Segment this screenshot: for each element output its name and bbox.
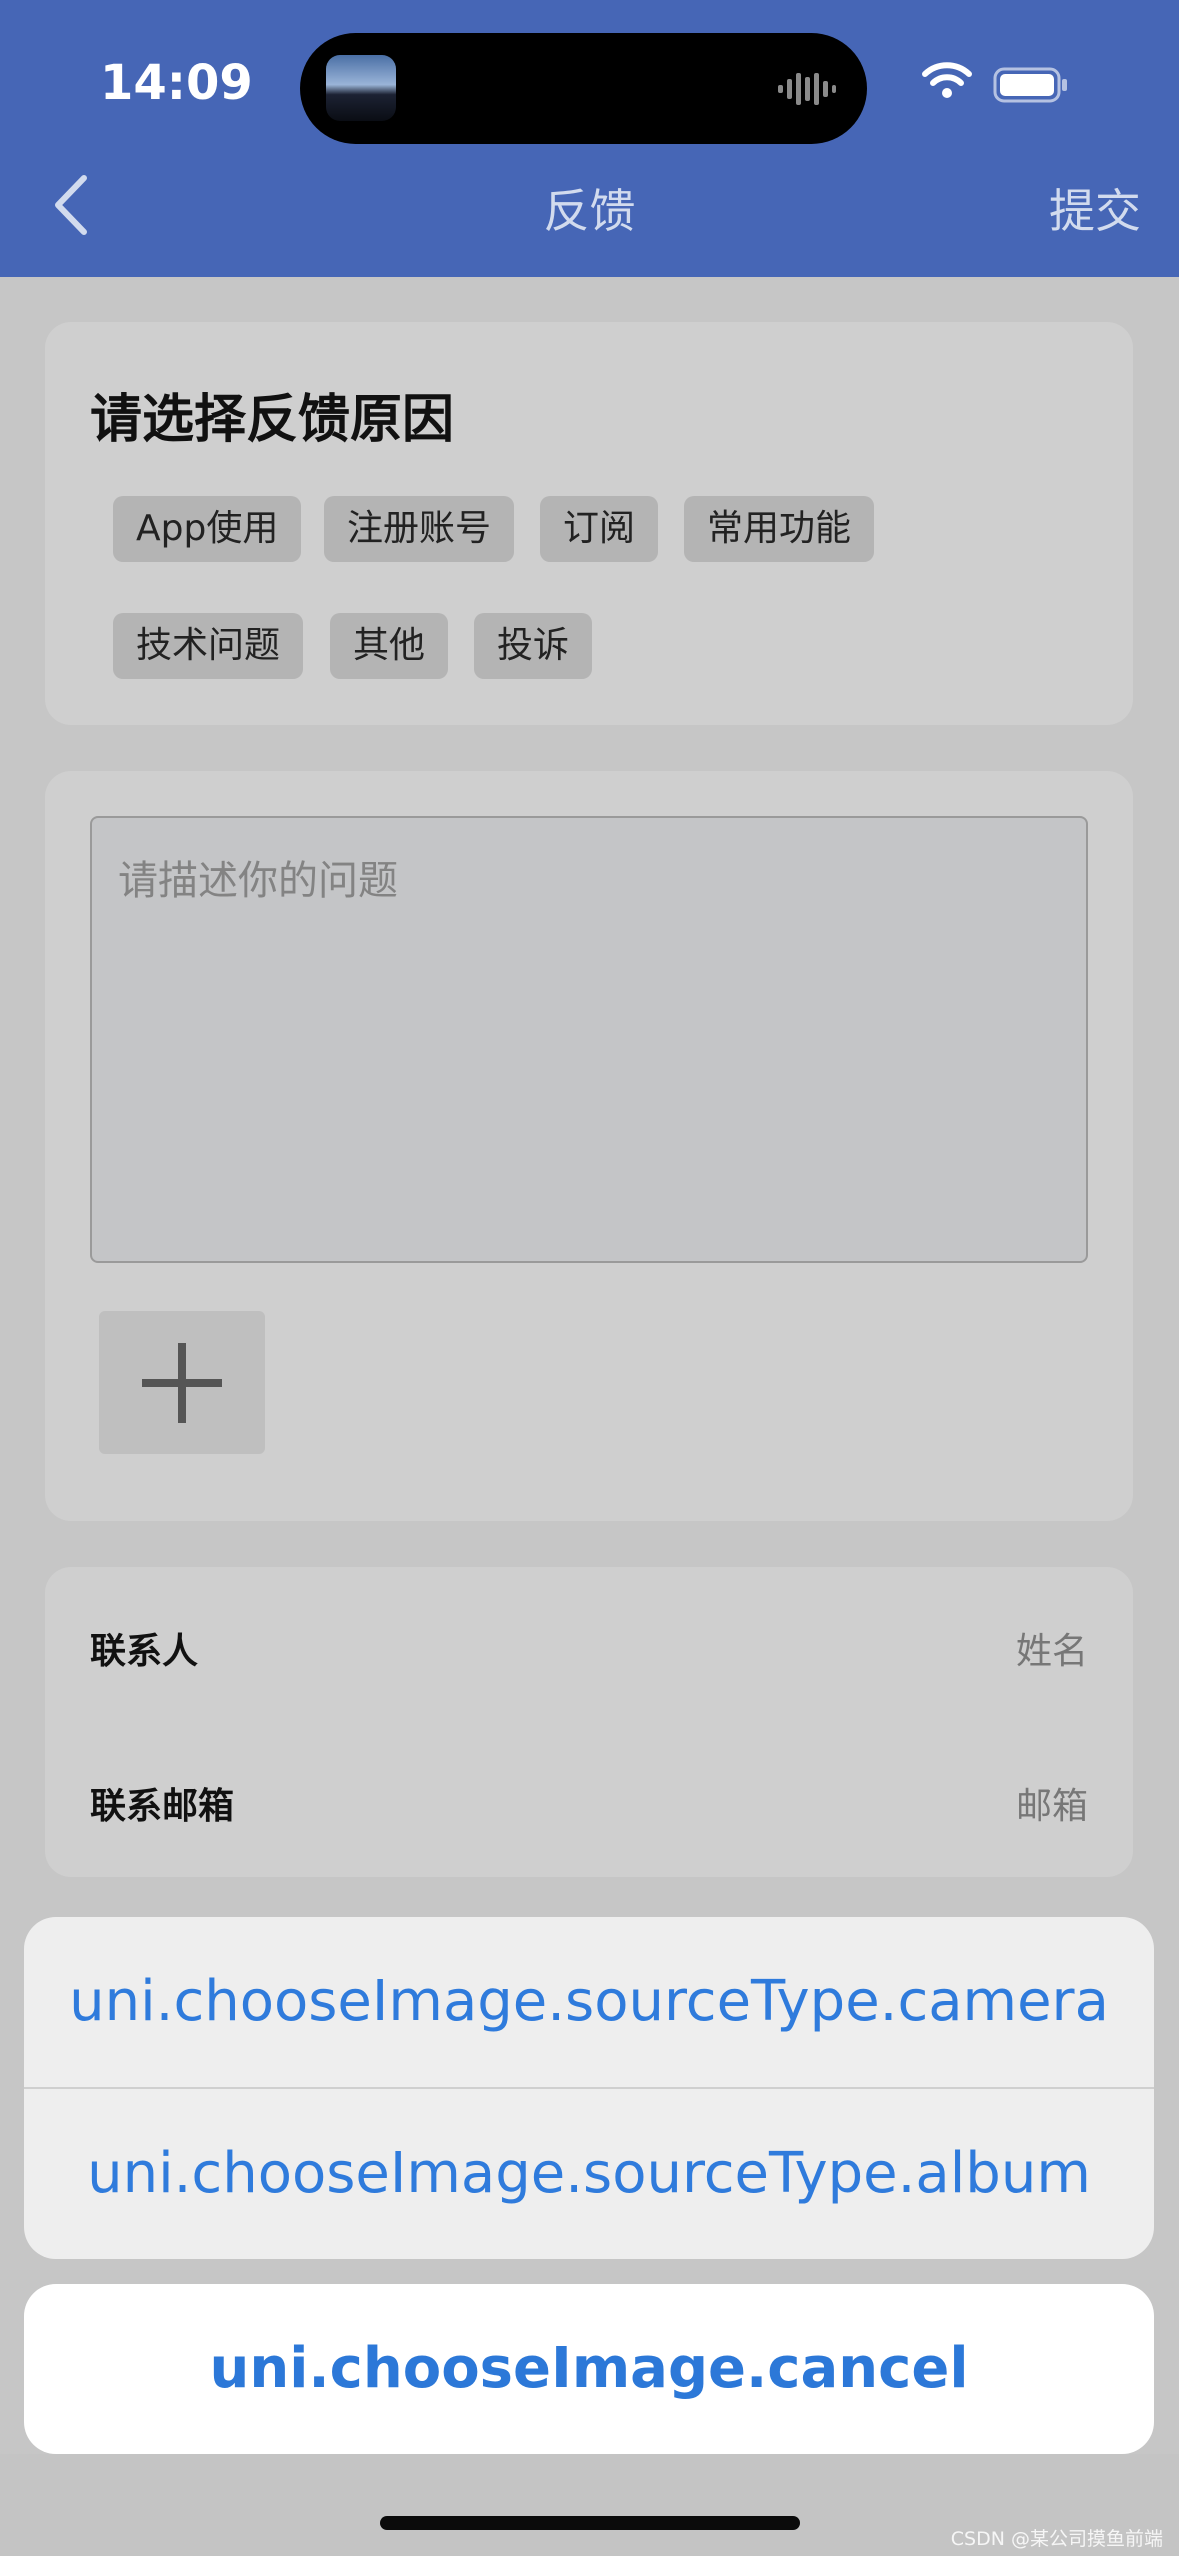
action-sheet: uni.chooseImage.sourceType.camera uni.ch… [24, 1917, 1154, 2259]
action-camera[interactable]: uni.chooseImage.sourceType.camera [24, 1917, 1154, 2087]
wifi-icon [922, 62, 972, 98]
action-album[interactable]: uni.chooseImage.sourceType.album [24, 2089, 1154, 2259]
description-card: 请描述你的问题 [45, 771, 1133, 1521]
dynamic-island[interactable] [300, 33, 867, 144]
contact-name-label: 联系人 [90, 1631, 199, 1672]
feedback-reason-card: 请选择反馈原因 App使用 注册账号 订阅 常用功能 技术问题 其他 投诉 [45, 322, 1133, 725]
contact-name-input[interactable]: 姓名 [1016, 1622, 1088, 1674]
reason-tag-common-features[interactable]: 常用功能 [684, 496, 875, 562]
reason-tag-subscription[interactable]: 订阅 [540, 496, 659, 562]
plus-icon [142, 1343, 222, 1423]
action-sheet-cancel: uni.chooseImage.cancel [24, 2284, 1154, 2454]
watermark: CSDN @某公司摸鱼前端 [950, 2528, 1163, 2550]
contact-email-label: 联系邮箱 [90, 1786, 235, 1827]
reason-tag-complaint[interactable]: 投诉 [474, 613, 593, 679]
reason-tag-app-usage[interactable]: App使用 [113, 496, 302, 562]
contact-email-input[interactable]: 邮箱 [1016, 1777, 1088, 1829]
submit-button[interactable]: 提交 [1049, 175, 1141, 241]
reason-tag-technical[interactable]: 技术问题 [113, 613, 304, 679]
reason-section-title: 请选择反馈原因 [90, 390, 455, 450]
action-cancel-button[interactable]: uni.chooseImage.cancel [24, 2284, 1154, 2454]
reason-tag-other[interactable]: 其他 [330, 613, 449, 679]
add-image-button[interactable] [99, 1311, 265, 1454]
page-title: 反馈 [543, 184, 636, 238]
contact-card: 联系人 姓名 联系邮箱 邮箱 [45, 1567, 1133, 1877]
reason-tag-account[interactable]: 注册账号 [324, 496, 515, 562]
description-placeholder: 请描述你的问题 [118, 858, 398, 904]
audio-waveform-icon [778, 73, 836, 105]
status-time: 14:09 [100, 55, 253, 111]
description-textarea[interactable]: 请描述你的问题 [90, 816, 1088, 1263]
home-indicator[interactable] [380, 2516, 800, 2530]
media-thumbnail [326, 55, 396, 121]
battery-icon [993, 67, 1067, 103]
